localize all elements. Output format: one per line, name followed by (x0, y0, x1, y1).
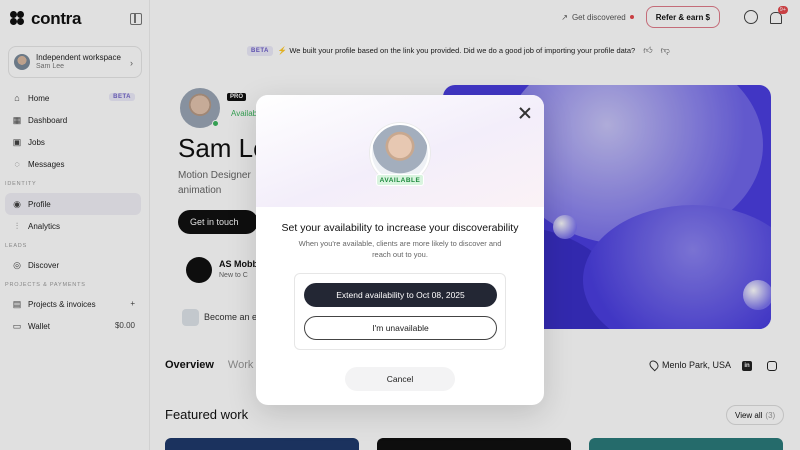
availability-modal: AVAILABLE Set your availability to incre… (256, 95, 544, 405)
modal-title: Set your availability to increase your d… (281, 222, 519, 234)
close-icon[interactable] (518, 106, 532, 120)
availability-options: Extend availability to Oct 08, 2025 I'm … (294, 273, 506, 350)
extend-availability-button[interactable]: Extend availability to Oct 08, 2025 (304, 283, 497, 307)
modal-description: When you're available, clients are more … (298, 239, 502, 259)
cancel-button[interactable]: Cancel (345, 367, 455, 391)
unavailable-button[interactable]: I'm unavailable (304, 316, 497, 340)
available-badge: AVAILABLE (376, 174, 424, 186)
